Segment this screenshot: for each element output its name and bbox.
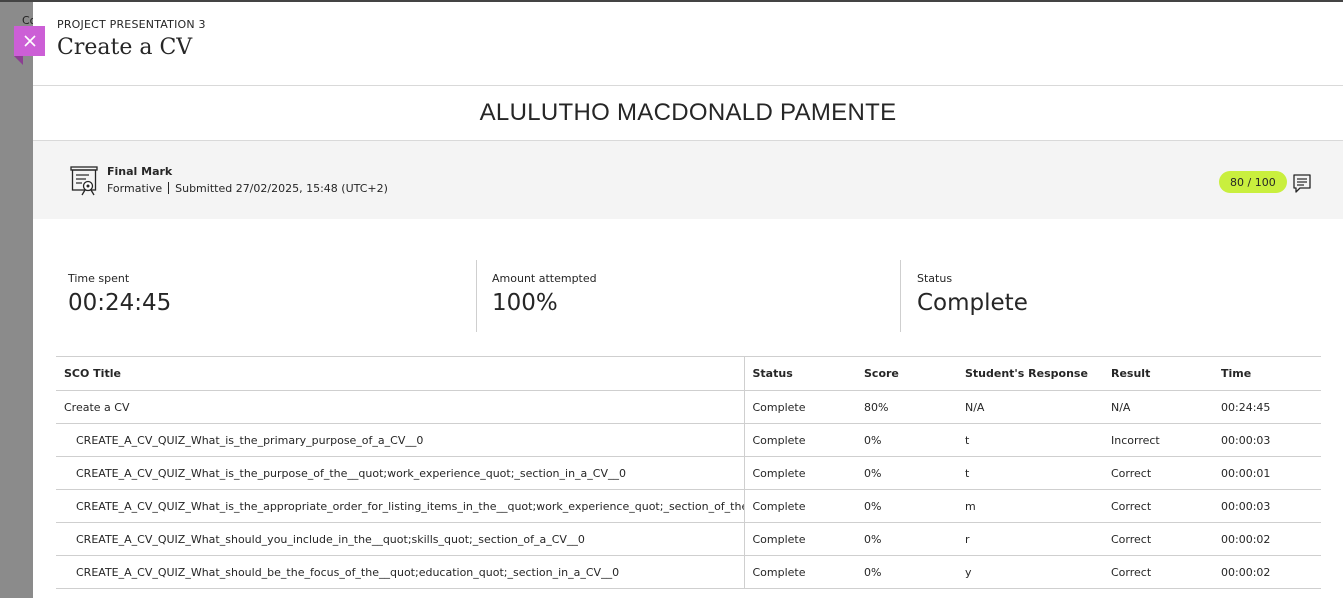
- assessment-category: PROJECT PRESENTATION 3: [57, 18, 206, 31]
- status-cell: Complete: [744, 489, 856, 523]
- result-cell: Correct: [1103, 489, 1213, 523]
- close-panel-button[interactable]: [14, 26, 45, 65]
- response-cell: N/A: [957, 390, 1103, 424]
- background-page: Co .: [0, 0, 36, 598]
- stat-divider: [476, 260, 477, 332]
- status-cell: Complete: [744, 456, 856, 490]
- sco-title-cell: CREATE_A_CV_QUIZ_What_is_the_appropriate…: [56, 489, 745, 523]
- time-cell: 00:00:03: [1213, 489, 1321, 523]
- sco-title-cell: CREATE_A_CV_QUIZ_What_should_you_include…: [56, 522, 745, 556]
- divider: [168, 182, 170, 194]
- result-cell: Correct: [1103, 522, 1213, 556]
- score-cell: 0%: [856, 489, 957, 523]
- sco-title-cell: CREATE_A_CV_QUIZ_What_is_the_primary_pur…: [56, 423, 745, 457]
- status-label: Status: [917, 272, 953, 285]
- panel-header: PROJECT PRESENTATION 3 Create a CV: [33, 2, 1343, 86]
- response-cell: m: [957, 489, 1103, 523]
- column-header-result: Result: [1103, 356, 1213, 391]
- status-cell: Complete: [744, 423, 856, 457]
- status-cell: Complete: [744, 522, 856, 556]
- time-spent-value: 00:24:45: [68, 290, 172, 316]
- status-value: Complete: [917, 290, 1028, 316]
- score-cell: 0%: [856, 522, 957, 556]
- sco-title-cell: Create a CV: [56, 390, 745, 424]
- student-bar: ALULUTHO MACDONALD PAMENTE: [33, 86, 1343, 141]
- result-cell: Correct: [1103, 456, 1213, 490]
- time-cell: 00:00:02: [1213, 555, 1321, 589]
- close-icon: [23, 35, 36, 47]
- page-title: Create a CV: [57, 35, 193, 60]
- grading-panel: PROJECT PRESENTATION 3 Create a CV ALULU…: [33, 0, 1343, 598]
- final-mark-details: Formative Submitted 27/02/2025, 15:48 (UT…: [107, 182, 388, 195]
- response-cell: r: [957, 522, 1103, 556]
- assessment-type: Formative: [107, 182, 163, 195]
- status-cell: Complete: [744, 390, 856, 424]
- table-row: CREATE_A_CV_QUIZ_What_is_the_purpose_of_…: [56, 456, 1321, 490]
- score-cell: 0%: [856, 555, 957, 589]
- response-cell: y: [957, 555, 1103, 589]
- status-cell: Complete: [744, 555, 856, 589]
- attempt-stats: Time spent 00:24:45 Amount attempted 100…: [56, 260, 1321, 332]
- sco-title-cell: CREATE_A_CV_QUIZ_What_is_the_purpose_of_…: [56, 456, 745, 490]
- score-cell: 0%: [856, 456, 957, 490]
- stat-divider: [900, 260, 901, 332]
- column-header-status: Status: [744, 356, 856, 391]
- column-header-time: Time: [1213, 356, 1321, 391]
- final-mark-title: Final Mark: [107, 165, 173, 178]
- time-cell: 00:24:45: [1213, 390, 1321, 424]
- time-spent-label: Time spent: [68, 272, 130, 285]
- assignment-presentation-icon: [70, 166, 98, 196]
- time-cell: 00:00:01: [1213, 456, 1321, 490]
- amount-attempted-label: Amount attempted: [492, 272, 597, 285]
- table-header-row: SCO Title Status Score Student's Respons…: [56, 356, 1321, 391]
- time-cell: 00:00:02: [1213, 522, 1321, 556]
- response-cell: t: [957, 456, 1103, 490]
- submission-date: Submitted 27/02/2025, 15:48 (UTC+2): [175, 182, 388, 195]
- grade-pill[interactable]: 80 / 100: [1219, 171, 1287, 193]
- table-row: CREATE_A_CV_QUIZ_What_should_be_the_focu…: [56, 555, 1321, 589]
- result-cell: N/A: [1103, 390, 1213, 424]
- sco-results-table: SCO Title Status Score Student's Respons…: [56, 356, 1321, 589]
- sco-title-cell: CREATE_A_CV_QUIZ_What_should_be_the_focu…: [56, 555, 745, 589]
- result-cell: Incorrect: [1103, 423, 1213, 457]
- student-name: ALULUTHO MACDONALD PAMENTE: [479, 99, 897, 126]
- column-header-response: Student's Response: [957, 356, 1103, 391]
- amount-attempted-value: 100%: [492, 290, 558, 316]
- table-row: CREATE_A_CV_QUIZ_What_is_the_appropriate…: [56, 489, 1321, 523]
- response-cell: t: [957, 423, 1103, 457]
- time-cell: 00:00:03: [1213, 423, 1321, 457]
- final-mark-section: Final Mark Formative Submitted 27/02/2025…: [33, 141, 1343, 219]
- table-row: Create a CV Complete 80% N/A N/A 00:24:4…: [56, 390, 1321, 424]
- comment-icon[interactable]: [1291, 171, 1313, 195]
- column-header-score: Score: [856, 356, 957, 391]
- result-cell: Correct: [1103, 555, 1213, 589]
- table-row: CREATE_A_CV_QUIZ_What_should_you_include…: [56, 522, 1321, 556]
- table-row: CREATE_A_CV_QUIZ_What_is_the_primary_pur…: [56, 423, 1321, 457]
- score-cell: 0%: [856, 423, 957, 457]
- score-cell: 80%: [856, 390, 957, 424]
- column-header-sco-title: SCO Title: [56, 356, 745, 391]
